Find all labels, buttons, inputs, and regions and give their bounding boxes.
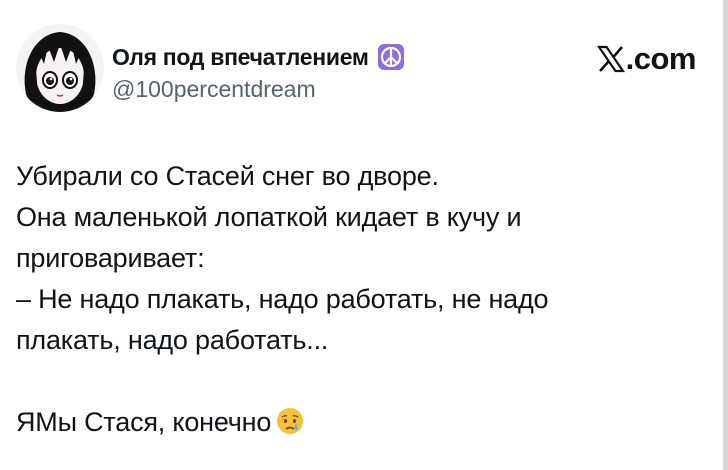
- tweet-line: Убирали со Стасей снег во дворе.: [16, 161, 439, 191]
- brand-logo[interactable]: .com: [596, 40, 697, 78]
- tweet-line: Она маленькой лопаткой кидает в кучу и: [16, 202, 522, 232]
- avatar-image: [16, 24, 104, 112]
- avatar[interactable]: [16, 24, 104, 112]
- author-name-row: Оля под впечатлением: [112, 40, 405, 74]
- x-logo-icon: [596, 45, 625, 73]
- tweet-line: – Не надо плакать, надо работать, не над…: [16, 284, 549, 314]
- right-edge-border: [723, 0, 728, 470]
- crying-face-icon: [275, 406, 305, 436]
- brand-suffix: .com: [625, 41, 697, 76]
- tweet-final-text: ЯМы Стася, конечно: [16, 407, 272, 437]
- tweet-final-line: ЯМы Стася, конечно: [16, 402, 706, 443]
- peace-symbol-icon: [377, 43, 405, 71]
- tweet-line: плакать, надо работать...: [16, 325, 329, 355]
- author-handle[interactable]: @100percentdream: [112, 76, 316, 103]
- author-display-name[interactable]: Оля под впечатлением: [112, 44, 369, 71]
- tweet-line: приговаривает:: [16, 243, 205, 273]
- tweet-header: Оля под впечатлением @100percentdream .c…: [16, 24, 706, 116]
- tweet-text: Убирали со Стасей снег во дворе. Она мал…: [16, 156, 706, 443]
